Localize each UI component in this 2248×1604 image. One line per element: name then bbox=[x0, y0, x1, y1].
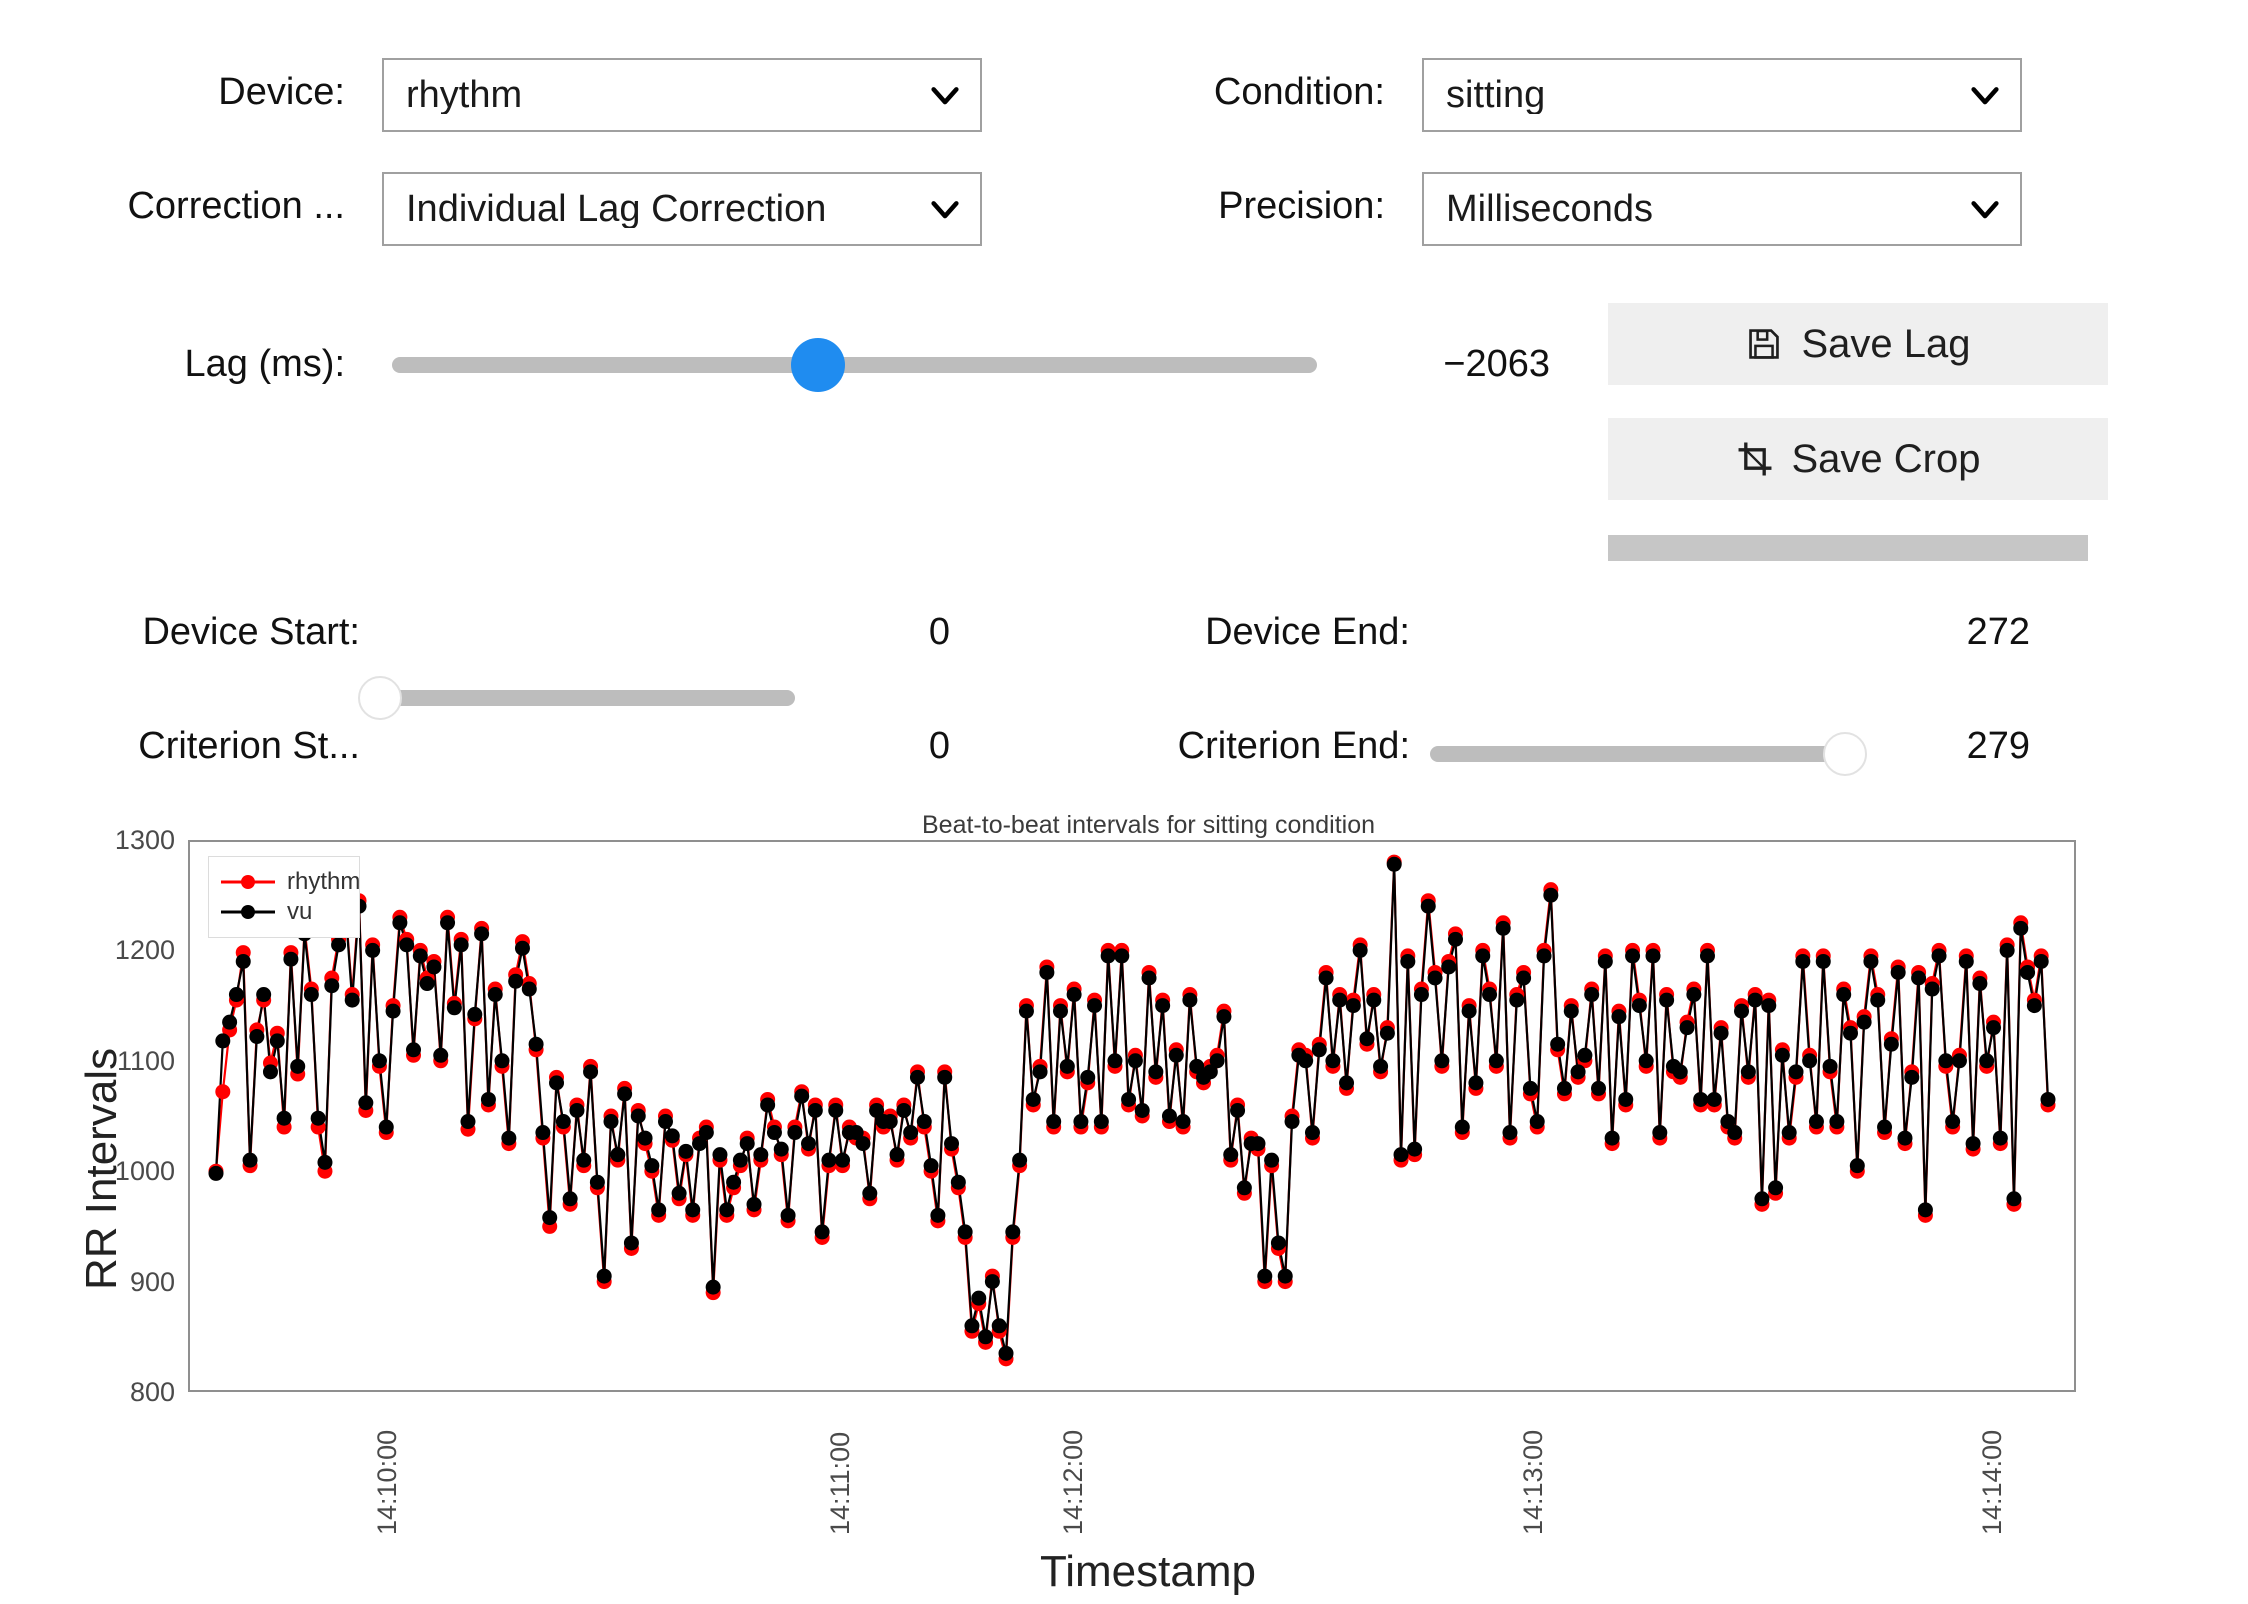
chevron-down-icon bbox=[1968, 78, 2002, 112]
y-tick-label: 800 bbox=[129, 1377, 175, 1407]
device-end-track[interactable] bbox=[1430, 746, 1845, 762]
criterion-start-label: Criterion St... bbox=[138, 725, 360, 767]
save-lag-label: Save Lag bbox=[1801, 322, 1971, 366]
save-crop-label: Save Crop bbox=[1791, 437, 1981, 481]
series-plot bbox=[208, 854, 2056, 1367]
precision-select[interactable]: Milliseconds bbox=[1422, 172, 2022, 246]
legend-marker-rhythm-icon bbox=[219, 871, 277, 893]
device-start-thumb[interactable] bbox=[358, 676, 402, 720]
device-select-value: rhythm bbox=[406, 76, 523, 114]
device-select[interactable]: rhythm bbox=[382, 58, 982, 132]
device-start-slider[interactable] bbox=[358, 670, 795, 726]
device-label: Device: bbox=[218, 71, 345, 113]
condition-select[interactable]: sitting bbox=[1422, 58, 2022, 132]
device-end-slider[interactable] bbox=[1430, 726, 1867, 782]
save-lag-button[interactable]: Save Lag bbox=[1608, 303, 2108, 385]
x-tick-label: 14:14:00 bbox=[1977, 1429, 2008, 1535]
correction-select[interactable]: Individual Lag Correction bbox=[382, 172, 982, 246]
lag-slider[interactable] bbox=[392, 330, 1317, 400]
floppy-disk-icon bbox=[1745, 325, 1783, 363]
criterion-end-label: Criterion End: bbox=[1177, 725, 1410, 767]
lag-label: Lag (ms): bbox=[184, 343, 345, 385]
lag-slider-thumb[interactable] bbox=[790, 338, 845, 392]
device-start-track[interactable] bbox=[380, 690, 795, 706]
device-end-label: Device End: bbox=[1205, 611, 1410, 653]
chevron-down-icon bbox=[928, 78, 962, 112]
y-tick-label: 1000 bbox=[114, 1156, 175, 1187]
chevron-down-icon bbox=[1968, 192, 2002, 226]
condition-select-value: sitting bbox=[1446, 76, 1546, 114]
crop-icon bbox=[1736, 440, 1774, 478]
legend-label-rhythm: rhythm bbox=[287, 868, 361, 895]
lag-value: −2063 bbox=[1443, 343, 1550, 385]
horizontal-scrollbar[interactable] bbox=[1608, 535, 2088, 561]
chevron-down-icon bbox=[928, 192, 962, 226]
precision-label: Precision: bbox=[1218, 185, 1385, 227]
beat-to-beat-chart: Beat-to-beat intervals for sitting condi… bbox=[0, 790, 2248, 1604]
lag-slider-track[interactable] bbox=[392, 357, 1317, 373]
x-tick-label: 14:10:00 bbox=[372, 1429, 403, 1535]
legend-item-rhythm: rhythm bbox=[219, 867, 360, 897]
y-tick-label: 1100 bbox=[116, 1045, 175, 1076]
device-end-value: 272 bbox=[1966, 611, 2030, 653]
legend-label-vu: vu bbox=[287, 898, 313, 925]
device-start-value: 0 bbox=[928, 611, 950, 653]
correction-select-value: Individual Lag Correction bbox=[406, 190, 827, 228]
precision-select-value: Milliseconds bbox=[1446, 190, 1653, 228]
save-crop-button[interactable]: Save Crop bbox=[1608, 418, 2108, 500]
criterion-end-value: 279 bbox=[1966, 725, 2030, 767]
x-tick-label: 14:11:00 bbox=[825, 1431, 856, 1535]
condition-label: Condition: bbox=[1213, 71, 1385, 113]
chart-title: Beat-to-beat intervals for sitting condi… bbox=[922, 811, 1376, 839]
criterion-start-value: 0 bbox=[928, 725, 950, 767]
x-tick-label: 14:12:00 bbox=[1057, 1429, 1088, 1535]
x-axis-label: Timestamp bbox=[1040, 1547, 1256, 1596]
y-tick-label: 1300 bbox=[114, 825, 175, 855]
y-tick-label: 1200 bbox=[114, 935, 175, 966]
legend-item-vu: vu bbox=[219, 897, 345, 927]
y-tick-label: 900 bbox=[129, 1266, 175, 1297]
x-tick-label: 14:13:00 bbox=[1518, 1429, 1549, 1535]
legend-marker-vu-icon bbox=[219, 901, 277, 923]
chart-legend: rhythm vu bbox=[208, 856, 360, 938]
correction-label: Correction ... bbox=[127, 185, 345, 227]
device-end-thumb[interactable] bbox=[1823, 732, 1867, 776]
device-start-label: Device Start: bbox=[142, 611, 360, 653]
